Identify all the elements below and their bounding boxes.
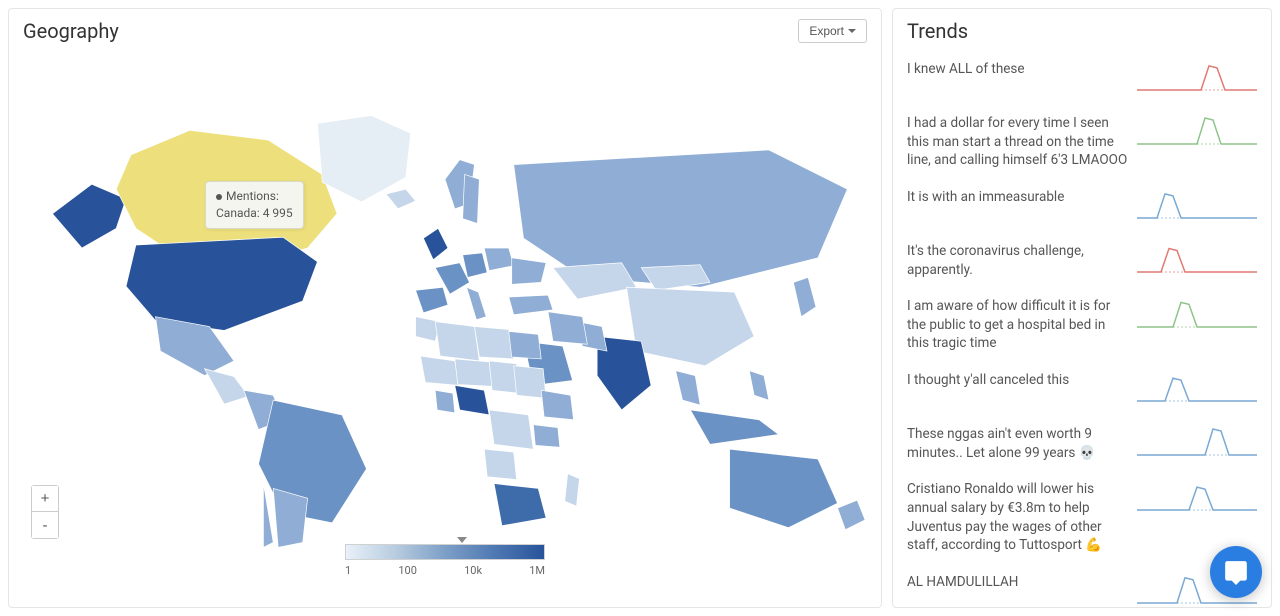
trend-list: I knew ALL of these I had a dollar for ev… [907, 51, 1257, 608]
country-ghana[interactable] [435, 390, 455, 413]
trend-text: Cristiano Ronaldo will lower his annual … [907, 480, 1137, 555]
export-button[interactable]: Export [798, 19, 867, 43]
zoom-in-button[interactable]: + [32, 486, 58, 512]
zoom-out-button[interactable]: - [32, 512, 58, 538]
trends-card: Trends I knew ALL of these I had a dollar… [892, 8, 1272, 608]
sparkline [1137, 480, 1257, 516]
country-thailand[interactable] [676, 371, 701, 405]
country-japan[interactable] [793, 277, 816, 316]
country-central-america[interactable] [205, 369, 249, 404]
legend-pointer-icon [457, 537, 467, 543]
trend-item[interactable]: It is with an immeasurable [907, 179, 1257, 233]
trend-text: I knew ALL of these [907, 60, 1137, 79]
country-iceland[interactable] [386, 189, 415, 209]
export-label: Export [809, 24, 844, 38]
country-mali[interactable] [420, 356, 459, 385]
sparkline [1137, 371, 1257, 407]
country-drc[interactable] [489, 410, 533, 449]
sparkline [1137, 425, 1257, 461]
trend-item[interactable]: AL HAMDULILLAH [907, 564, 1257, 608]
country-ethiopia[interactable] [541, 390, 573, 419]
sparkline [1137, 242, 1257, 278]
geography-card: Geography Export [8, 8, 882, 608]
country-sweden[interactable] [463, 174, 480, 223]
country-ukraine[interactable] [512, 258, 546, 284]
country-iran[interactable] [548, 312, 587, 344]
trend-text: I had a dollar for every time I seen thi… [907, 114, 1137, 170]
country-egypt[interactable] [509, 331, 541, 358]
chevron-down-icon [848, 29, 856, 33]
trend-text: These nggas ain't even worth 9 minutes..… [907, 425, 1137, 462]
country-uk[interactable] [423, 228, 448, 259]
country-germany[interactable] [463, 253, 488, 278]
legend-tick: 1M [529, 564, 545, 577]
chat-widget-button[interactable] [1210, 546, 1262, 598]
country-alaska[interactable] [52, 184, 126, 248]
trends-title: Trends [907, 19, 1257, 43]
country-madagascar[interactable] [565, 474, 580, 506]
trend-item[interactable]: These nggas ain't even worth 9 minutes..… [907, 416, 1257, 471]
legend-tick: 10k [464, 564, 482, 577]
country-chile[interactable] [263, 484, 273, 548]
legend-gradient [345, 544, 545, 560]
country-spain[interactable] [416, 287, 448, 313]
country-philippines[interactable] [749, 371, 769, 400]
trend-item[interactable]: I knew ALL of these [907, 51, 1257, 105]
country-turkey[interactable] [509, 295, 553, 315]
chat-icon [1223, 559, 1249, 585]
country-algeria[interactable] [435, 322, 479, 361]
trend-item[interactable]: I am aware of how difficult it is for th… [907, 288, 1257, 362]
trend-text: I thought y'all canceled this [907, 371, 1137, 390]
country-kenya[interactable] [533, 425, 559, 448]
country-argentina[interactable] [273, 488, 307, 547]
sparkline [1137, 114, 1257, 150]
trend-text: It is with an immeasurable [907, 188, 1137, 207]
trend-text: AL HAMDULILLAH [907, 573, 1137, 592]
trend-text: I am aware of how difficult it is for th… [907, 297, 1137, 353]
zoom-controls: + - [31, 485, 59, 539]
trend-item[interactable]: It's the coronavirus challenge, apparent… [907, 233, 1257, 288]
country-italy[interactable] [467, 287, 487, 319]
sparkline [1137, 60, 1257, 96]
country-south-africa[interactable] [494, 484, 546, 526]
country-usa[interactable] [126, 237, 317, 330]
map-area[interactable]: Mentions: Canada: 4 995 + - 1 100 [23, 51, 867, 593]
trend-item[interactable]: I had a dollar for every time I seen thi… [907, 105, 1257, 179]
country-angola[interactable] [484, 449, 516, 479]
country-niger[interactable] [455, 359, 492, 386]
country-nigeria[interactable] [455, 385, 489, 414]
sparkline [1137, 297, 1257, 333]
country-nz[interactable] [838, 500, 865, 529]
trend-item[interactable]: I thought y'all canceled this [907, 362, 1257, 416]
country-china[interactable] [627, 287, 755, 366]
sparkline [1137, 188, 1257, 224]
country-libya[interactable] [474, 327, 513, 359]
world-map[interactable] [23, 51, 867, 553]
country-greenland[interactable] [317, 116, 410, 202]
legend-tick: 100 [398, 564, 417, 577]
country-australia[interactable] [730, 449, 838, 528]
geography-title: Geography [23, 19, 867, 43]
trend-item[interactable]: Cristiano Ronaldo will lower his annual … [907, 471, 1257, 564]
country-poland[interactable] [484, 248, 513, 271]
country-indonesia[interactable] [690, 410, 778, 444]
legend-tick: 1 [345, 564, 351, 577]
trend-text: It's the coronavirus challenge, apparent… [907, 242, 1137, 279]
country-kazakhstan[interactable] [553, 263, 636, 299]
map-legend: 1 100 10k 1M [320, 544, 570, 577]
